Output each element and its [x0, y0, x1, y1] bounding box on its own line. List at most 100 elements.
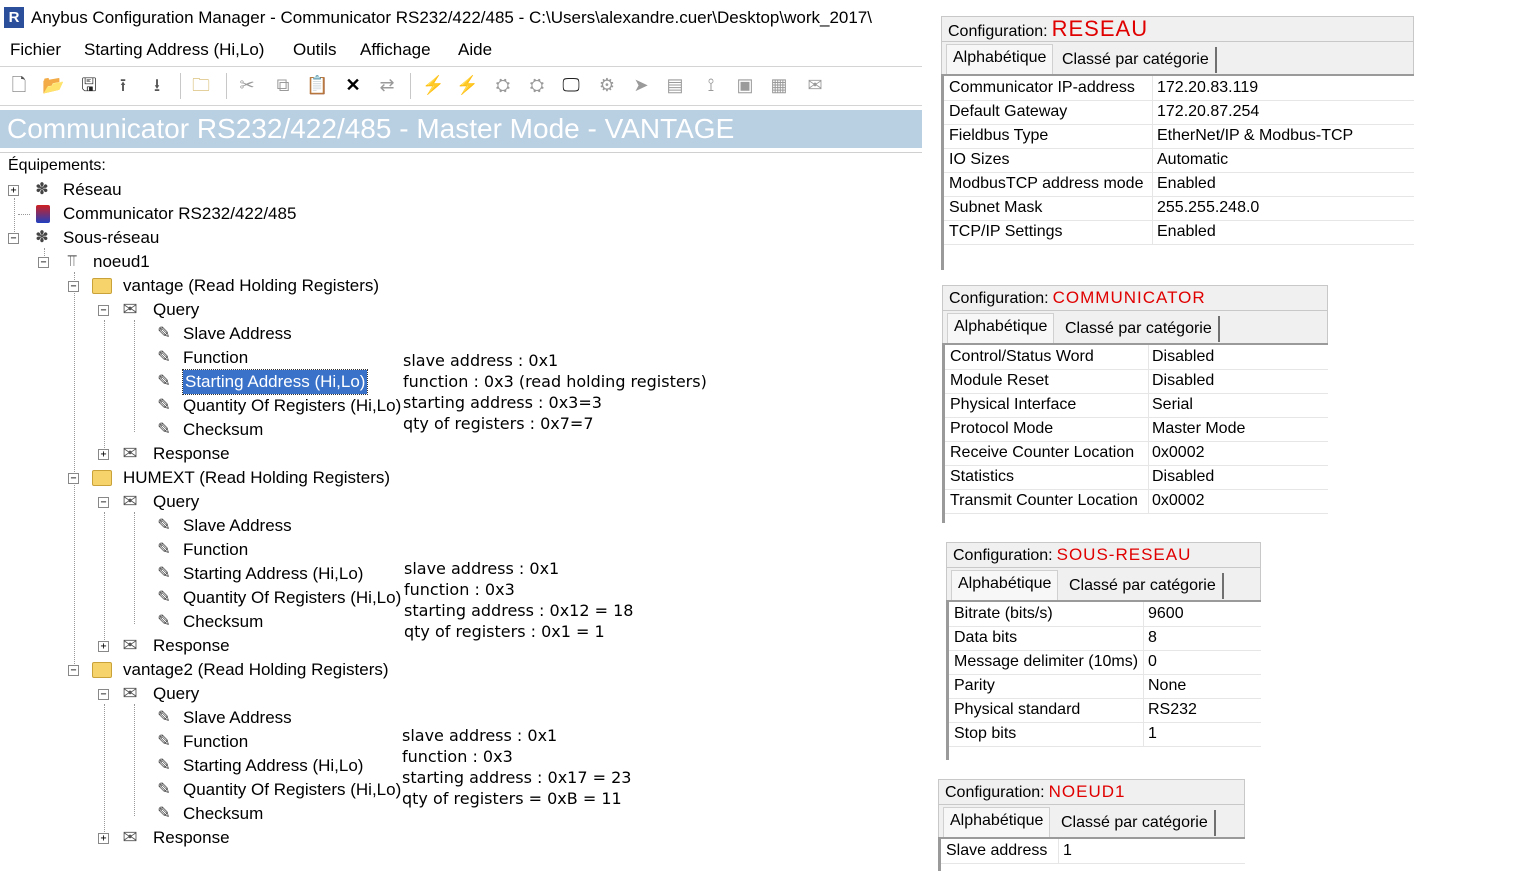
property-row[interactable]: Subnet Mask 255.255.248.0: [944, 196, 1414, 221]
tab-alphabetique[interactable]: Alphabétique: [946, 44, 1054, 74]
property-value[interactable]: 172.20.83.119: [1157, 76, 1258, 100]
tab-classe-par-categorie[interactable]: Classé par catégorie: [1056, 47, 1217, 73]
tree-node-field[interactable]: ✎ Slave Address: [128, 322, 388, 346]
monitor-icon[interactable]: 🖵: [560, 74, 582, 96]
tab-classe-par-categorie[interactable]: Classé par catégorie: [1063, 573, 1224, 599]
tree-node-transaction[interactable]: − HUMEXT (Read Holding Registers): [68, 466, 390, 490]
menu-outils[interactable]: Outils: [293, 36, 336, 64]
property-row[interactable]: Default Gateway 172.20.87.254: [944, 100, 1414, 125]
delete-icon[interactable]: ✕: [342, 74, 364, 96]
property-row[interactable]: Physical Interface Serial: [945, 393, 1328, 418]
tree-node-communicator[interactable]: Communicator RS232/422/485: [8, 202, 328, 226]
property-row[interactable]: TCP/IP Settings Enabled: [944, 220, 1414, 245]
property-value[interactable]: Disabled: [1152, 345, 1214, 369]
property-value[interactable]: EtherNet/IP & Modbus-TCP: [1157, 124, 1353, 148]
tree-node-transaction[interactable]: − vantage (Read Holding Registers): [68, 274, 388, 298]
move-icon[interactable]: ⇄: [376, 74, 398, 96]
collapse-minus-icon[interactable]: −: [98, 497, 109, 508]
menu-fichier[interactable]: Fichier: [10, 36, 61, 64]
new-file-icon[interactable]: 🗋: [8, 74, 30, 96]
query-icon[interactable]: ➤: [630, 74, 652, 96]
expand-plus-icon[interactable]: +: [8, 185, 19, 196]
property-row[interactable]: Fieldbus Type EtherNet/IP & Modbus-TCP: [944, 124, 1414, 149]
property-row[interactable]: Communicator IP-address 172.20.83.119: [944, 76, 1414, 101]
property-value[interactable]: Automatic: [1157, 148, 1228, 172]
collapse-minus-icon[interactable]: −: [8, 233, 19, 244]
disconnect-icon[interactable]: ⚡: [456, 74, 478, 96]
collapse-minus-icon[interactable]: −: [68, 281, 79, 292]
tree-node-field[interactable]: ✎ Starting Address (Hi,Lo): [128, 754, 388, 778]
tab-classe-par-categorie[interactable]: Classé par catégorie: [1055, 810, 1216, 836]
tree-node-field[interactable]: ✎ Quantity Of Registers (Hi,Lo): [128, 778, 401, 802]
property-row[interactable]: Slave address 1: [941, 839, 1245, 864]
collapse-minus-icon[interactable]: −: [68, 473, 79, 484]
menu-affichage[interactable]: Affichage: [360, 36, 431, 64]
tree-node-field[interactable]: ✎ Quantity Of Registers (Hi,Lo): [128, 394, 401, 418]
property-row[interactable]: Bitrate (bits/s) 9600: [949, 602, 1261, 627]
property-value[interactable]: 8: [1148, 626, 1157, 650]
node-icon[interactable]: ⛭: [526, 74, 548, 96]
property-row[interactable]: Statistics Disabled: [945, 465, 1328, 490]
property-row[interactable]: Protocol Mode Master Mode: [945, 417, 1328, 442]
expand-plus-icon[interactable]: +: [98, 833, 109, 844]
tree-node-response[interactable]: + ✉ Response: [98, 442, 298, 466]
expand-plus-icon[interactable]: +: [98, 449, 109, 460]
save-icon[interactable]: 🖫: [78, 74, 100, 96]
tab-classe-par-categorie[interactable]: Classé par catégorie: [1059, 316, 1220, 342]
property-value[interactable]: Disabled: [1152, 369, 1214, 393]
property-value[interactable]: Master Mode: [1152, 417, 1245, 441]
property-value[interactable]: Enabled: [1157, 220, 1216, 244]
broadcast-icon[interactable]: ▦: [768, 74, 790, 96]
property-row[interactable]: Module Reset Disabled: [945, 369, 1328, 394]
download-icon[interactable]: ⭳: [146, 74, 168, 96]
tree-node-field-selected[interactable]: ✎ Starting Address (Hi,Lo): [128, 369, 388, 395]
tree-node-field[interactable]: ✎ Function: [128, 538, 388, 562]
collapse-minus-icon[interactable]: −: [38, 257, 49, 268]
property-row[interactable]: Control/Status Word Disabled: [945, 345, 1328, 370]
tree-node-query[interactable]: − ✉ Query: [98, 682, 298, 706]
property-value[interactable]: 1: [1063, 839, 1072, 863]
property-value[interactable]: None: [1148, 674, 1186, 698]
antenna-icon[interactable]: ⟟: [700, 74, 722, 96]
property-row[interactable]: ModbusTCP address mode Enabled: [944, 172, 1414, 197]
tree-node-query[interactable]: − ✉ Query: [98, 490, 298, 514]
tree-node-field[interactable]: ✎ Function: [128, 730, 388, 754]
tree-node-field[interactable]: ✎ Quantity Of Registers (Hi,Lo): [128, 586, 401, 610]
menu-aide[interactable]: Aide: [458, 36, 492, 64]
property-value[interactable]: 9600: [1148, 602, 1184, 626]
mail-icon[interactable]: ✉: [804, 74, 826, 96]
property-value[interactable]: 0: [1148, 650, 1157, 674]
property-value[interactable]: Serial: [1152, 393, 1193, 417]
paste-icon[interactable]: 📋: [306, 74, 328, 96]
property-row[interactable]: Message delimiter (10ms) 0: [949, 650, 1261, 675]
tree-node-transaction[interactable]: − vantage2 (Read Holding Registers): [68, 658, 389, 682]
tree-node-field[interactable]: ✎ Checksum: [128, 418, 388, 442]
tree-node-reseau[interactable]: + ✽ Réseau: [8, 178, 308, 202]
tree-node-field[interactable]: ✎ Slave Address: [128, 514, 388, 538]
copy-icon[interactable]: ⧉: [272, 74, 294, 96]
transaction-icon[interactable]: ▤: [664, 74, 686, 96]
tree-node-field[interactable]: ✎ Function: [128, 346, 388, 370]
tab-alphabetique[interactable]: Alphabétique: [947, 313, 1055, 343]
property-value[interactable]: Enabled: [1157, 172, 1216, 196]
tree-node-field[interactable]: ✎ Checksum: [128, 610, 388, 634]
tab-alphabetique[interactable]: Alphabétique: [951, 570, 1059, 600]
tree-node-field[interactable]: ✎ Slave Address: [128, 706, 388, 730]
network-icon[interactable]: ⛭: [492, 74, 514, 96]
open-folder-icon[interactable]: 📂: [42, 74, 64, 96]
tree-node-field[interactable]: ✎ Checksum: [128, 802, 388, 826]
property-value[interactable]: 0x0002: [1152, 489, 1205, 513]
collapse-minus-icon[interactable]: −: [68, 665, 79, 676]
tree-node-field[interactable]: ✎ Starting Address (Hi,Lo): [128, 562, 388, 586]
property-value[interactable]: 1: [1148, 722, 1157, 746]
tree-node-response[interactable]: + ✉ Response: [98, 826, 298, 850]
property-row[interactable]: IO Sizes Automatic: [944, 148, 1414, 173]
property-row[interactable]: Receive Counter Location 0x0002: [945, 441, 1328, 466]
connect-icon[interactable]: ⚡: [422, 74, 444, 96]
collapse-minus-icon[interactable]: −: [98, 305, 109, 316]
property-row[interactable]: Transmit Counter Location 0x0002: [945, 489, 1328, 514]
tab-alphabetique[interactable]: Alphabétique: [943, 807, 1051, 837]
tree-node-query[interactable]: − ✉ Query: [98, 298, 298, 322]
property-row[interactable]: Stop bits 1: [949, 722, 1261, 747]
property-row[interactable]: Data bits 8: [949, 626, 1261, 651]
